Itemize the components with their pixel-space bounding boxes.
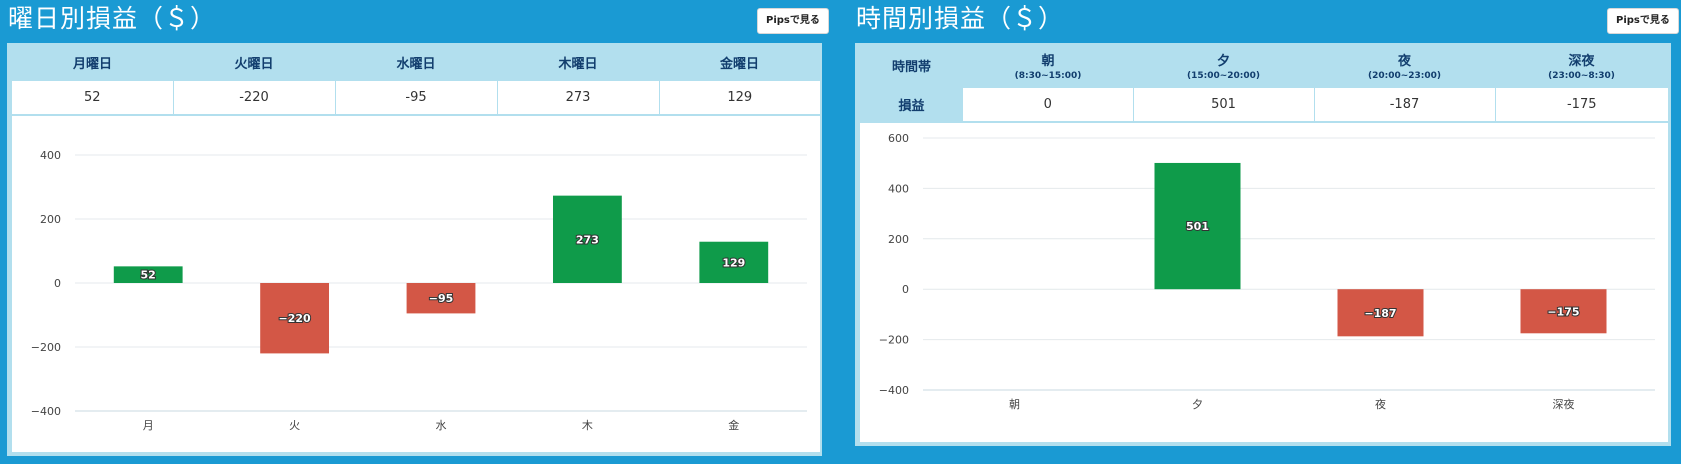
timezone-header-morning-range: (8:30~15:00) [1014, 71, 1082, 81]
timezone-header-evening: 夕 (15:00~20:00) [1133, 43, 1314, 88]
weekday-value-row: 52 -220 -95 273 129 [12, 81, 820, 114]
timezone-value-row: 損益 0 501 -187 -175 [860, 88, 1668, 121]
timezone-chart-y-tick-label: −400 [879, 384, 909, 397]
weekday-table: 月曜日 火曜日 水曜日 木曜日 金曜日 52 -220 -95 273 129 [12, 43, 820, 114]
timezone-header-morning: 朝 (8:30~15:00) [963, 43, 1133, 88]
weekday-card: 月曜日 火曜日 水曜日 木曜日 金曜日 52 -220 -95 273 129 … [7, 43, 822, 456]
weekday-header-thu: 木曜日 [558, 56, 598, 72]
timezone-chart-data-label: −187 [1364, 307, 1396, 320]
timezone-panel-title: 時間別損益（＄） [856, 4, 1065, 33]
weekday-value-fri: 129 [659, 81, 820, 114]
weekday-chart-data-label: 273 [576, 233, 599, 246]
weekday-pips-button[interactable]: Pipsで見る [757, 8, 829, 34]
weekday-chart-data-label: 52 [141, 269, 156, 282]
timezone-value-latenight: -175 [1495, 88, 1668, 121]
weekday-header-wed: 水曜日 [396, 56, 436, 72]
timezone-chart-y-tick-label: 0 [902, 283, 909, 296]
timezone-chart-x-tick-label: 夕 [1192, 398, 1203, 411]
timezone-pips-button[interactable]: Pipsで見る [1607, 8, 1679, 34]
timezone-chart-data-label: −175 [1547, 305, 1579, 318]
weekday-value-thu: 273 [497, 81, 660, 114]
weekday-chart-x-tick-label: 火 [289, 419, 300, 432]
timezone-chart-y-tick-label: 400 [888, 182, 909, 195]
weekday-chart-y-tick-label: −200 [31, 341, 61, 354]
weekday-value-tue: -220 [173, 81, 336, 114]
weekday-chart-data-label: −95 [429, 292, 454, 305]
weekday-chart-y-tick-label: 400 [40, 149, 61, 162]
timezone-chart-y-tick-label: 600 [888, 132, 909, 145]
timezone-chart-x-tick-label: 夜 [1375, 397, 1386, 411]
timezone-header-morning-name: 朝 [1041, 54, 1055, 69]
timezone-header-latenight: 深夜 (23:00~8:30) [1495, 43, 1668, 88]
timezone-header-night: 夜 (20:00~23:00) [1314, 43, 1495, 88]
weekday-header-row: 月曜日 火曜日 水曜日 木曜日 金曜日 [12, 43, 820, 81]
timezone-value-morning: 0 [963, 88, 1134, 121]
timezone-chart-y-tick-label: −200 [879, 334, 909, 347]
weekday-chart-data-label: 129 [722, 256, 745, 269]
weekday-header-fri: 金曜日 [719, 56, 759, 72]
timezone-value-evening: 501 [1133, 88, 1315, 121]
timezone-header-night-name: 夜 [1397, 54, 1411, 69]
timezone-bar-chart: 600 400 200 0 −200 −400 朝 501 夕 −187 夜 −175 深夜 [879, 132, 1655, 411]
timezone-header-latenight-name: 深夜 [1568, 54, 1595, 69]
weekday-header-mon: 月曜日 [72, 56, 112, 72]
weekday-header-tue: 火曜日 [234, 56, 274, 72]
timezone-row-header: 時間帯 [891, 60, 931, 75]
weekday-chart-data-label: −220 [279, 312, 312, 325]
timezone-chart-x-tick-label: 朝 [1009, 398, 1020, 411]
timezone-card: 時間帯 朝 (8:30~15:00) 夕 (15:00~20:00) 夜 (20… [855, 43, 1671, 446]
timezone-panel: 時間別損益（＄） Pipsで見る 時間帯 朝 (8:30~15:00) 夕 (1… [848, 0, 1681, 464]
timezone-header-row: 時間帯 朝 (8:30~15:00) 夕 (15:00~20:00) 夜 (20… [860, 43, 1668, 88]
weekday-chart-area: 400 200 0 −200 −400 52 月 −220 火 −95 水 273 木 129 金 [12, 116, 820, 452]
timezone-chart-data-label: 501 [1186, 220, 1209, 233]
weekday-panel-title: 曜日別損益（＄） [8, 4, 217, 33]
weekday-value-wed: -95 [335, 81, 498, 114]
weekday-bar-chart: 400 200 0 −200 −400 52 月 −220 火 −95 水 273 木 129 金 [31, 149, 807, 432]
timezone-table: 時間帯 朝 (8:30~15:00) 夕 (15:00~20:00) 夜 (20… [860, 43, 1668, 121]
timezone-value-night: -187 [1314, 88, 1496, 121]
weekday-chart-x-tick-label: 水 [436, 419, 447, 432]
timezone-row-label: 損益 [898, 99, 925, 114]
weekday-chart-y-tick-label: 0 [54, 277, 61, 290]
weekday-chart-y-tick-label: 200 [40, 213, 61, 226]
weekday-panel: 曜日別損益（＄） Pipsで見る 月曜日 火曜日 水曜日 木曜日 金曜日 52 … [0, 0, 831, 464]
weekday-chart-x-tick-label: 月 [143, 419, 154, 432]
weekday-value-mon: 52 [12, 81, 174, 114]
timezone-chart-y-tick-label: 200 [888, 233, 909, 246]
weekday-chart-x-tick-label: 金 [728, 418, 739, 432]
timezone-header-evening-range: (15:00~20:00) [1186, 71, 1261, 81]
weekday-chart-y-tick-label: −400 [31, 405, 61, 418]
timezone-chart-area: 600 400 200 0 −200 −400 朝 501 夕 −187 夜 −175 深夜 [860, 123, 1668, 442]
timezone-chart-x-tick-label: 深夜 [1553, 397, 1575, 411]
timezone-header-latenight-range: (23:00~8:30) [1548, 71, 1615, 81]
timezone-header-night-range: (20:00~23:00) [1367, 71, 1442, 81]
timezone-header-evening-name: 夕 [1216, 54, 1230, 69]
weekday-chart-x-tick-label: 木 [582, 419, 593, 432]
